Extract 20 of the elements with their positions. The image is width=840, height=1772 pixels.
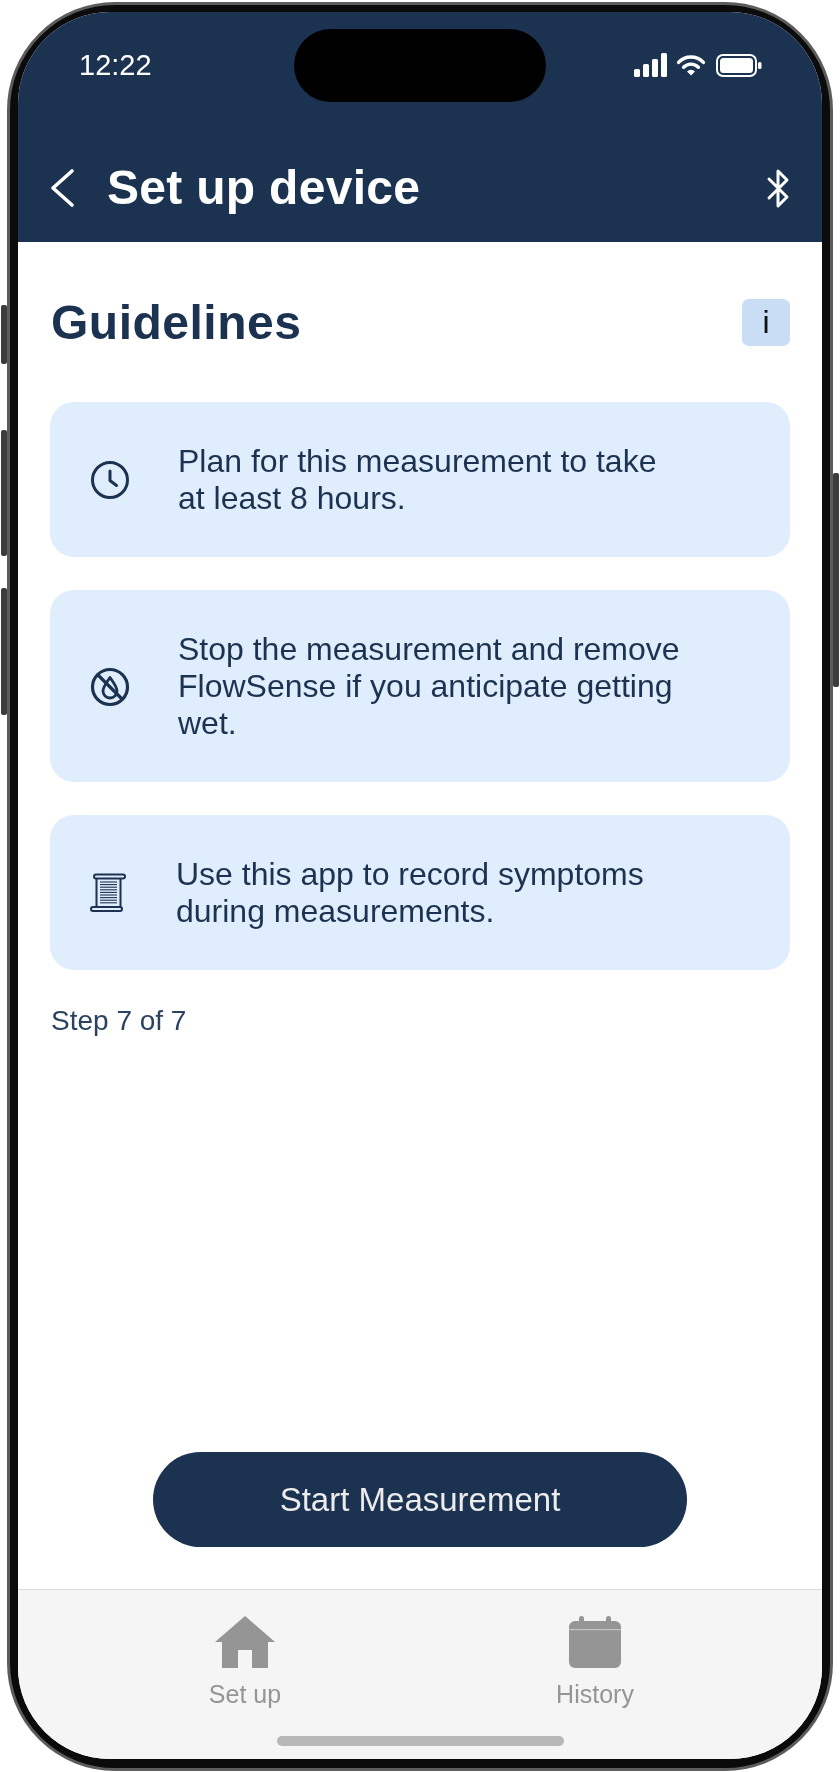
wifi-icon — [676, 54, 706, 76]
home-icon — [215, 1616, 275, 1668]
guideline-text: Use this app to record symptoms during measurements. — [176, 856, 645, 930]
section-heading: Guidelines — [51, 294, 302, 351]
step-indicator: Step 7 of 7 — [51, 1004, 187, 1038]
clock-icon — [90, 460, 130, 500]
back-icon[interactable] — [49, 168, 75, 208]
status-time: 12:22 — [79, 50, 152, 80]
info-button[interactable]: i — [742, 299, 790, 346]
signal-icon — [634, 53, 667, 77]
bluetooth-icon[interactable] — [766, 167, 790, 209]
calendar-icon — [569, 1616, 621, 1668]
document-icon — [90, 873, 127, 913]
guideline-text: Stop the measurement and remove FlowSense if you anticipate getting wet. — [178, 631, 681, 742]
phone-side-key — [1, 305, 7, 364]
guideline-text: Plan for this measurement to take at least 8 hours. — [178, 443, 658, 517]
page-title: Set up device — [107, 160, 422, 216]
no-water-icon — [90, 666, 130, 707]
battery-icon — [716, 53, 762, 77]
start-measurement-button[interactable]: Start Measurement — [153, 1452, 687, 1547]
